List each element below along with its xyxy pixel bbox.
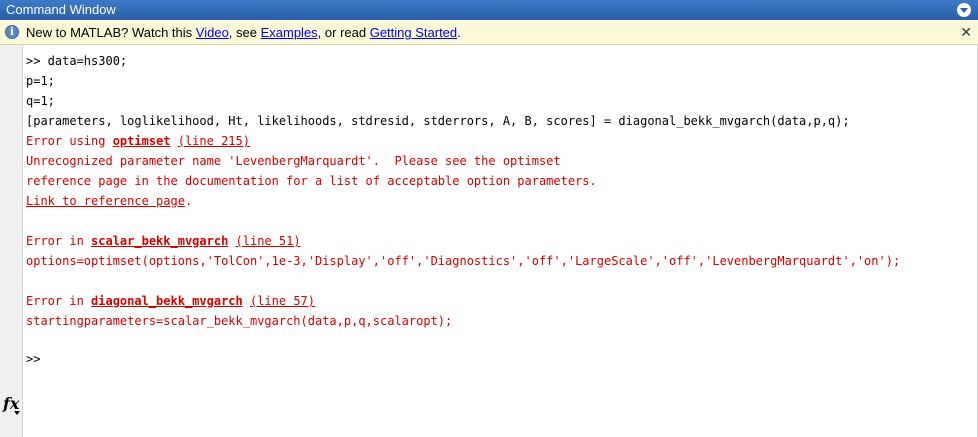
console-output[interactable]: >> data=hs300; p=1; q=1; [parameters, lo… [26, 51, 958, 366]
error-prefix: Error in [26, 234, 92, 248]
error-code-line: options=optimset(options,'TolCon',1e-3,'… [26, 254, 901, 268]
prompt-gutter: fx [0, 45, 23, 437]
error-line: Error in scalar_bekk_mvgarch (line 51) [26, 231, 958, 251]
info-text: , or read [317, 25, 370, 40]
optimset-link[interactable]: optimset [113, 134, 171, 148]
error-line: Link to reference page. [26, 191, 958, 211]
info-text: , see [228, 25, 261, 40]
ref-suffix: . [184, 194, 193, 208]
line-215-link[interactable]: (line 215) [178, 134, 250, 148]
window-title: Command Window [6, 2, 116, 17]
reference-page-link[interactable]: Link to reference page [26, 194, 185, 208]
info-icon: i [5, 25, 19, 39]
examples-link[interactable]: Examples [261, 25, 318, 40]
line-57-link[interactable]: (line 57) [250, 294, 315, 308]
console-line: p=1; [26, 74, 55, 88]
info-text: New to MATLAB? Watch this [26, 25, 196, 40]
close-icon[interactable]: ✕ [960, 24, 972, 40]
title-bar: Command Window [0, 0, 978, 20]
info-message: New to MATLAB? Watch this Video, see Exa… [26, 25, 461, 41]
window-menu-icon[interactable] [957, 3, 971, 17]
diagonal-bekk-mvgarch-link[interactable]: diagonal_bekk_mvgarch [91, 294, 243, 308]
console-line: [parameters, loglikelihood, Ht, likeliho… [26, 114, 850, 128]
line-51-link[interactable]: (line 51) [236, 234, 301, 248]
error-code-line: startingparameters=scalar_bekk_mvgarch(d… [26, 314, 453, 328]
command-prompt[interactable]: >> [26, 349, 40, 369]
console-line: q=1; [26, 94, 55, 108]
error-message-line: reference page in the documentation for … [26, 174, 597, 188]
error-prefix: Error in [26, 294, 92, 308]
info-text: . [457, 25, 461, 40]
error-message-line: Unrecognized parameter name 'LevenbergMa… [26, 154, 561, 168]
info-bar: i New to MATLAB? Watch this Video, see E… [0, 21, 978, 45]
console-line: >> data=hs300; [26, 54, 128, 68]
getting-started-link[interactable]: Getting Started [370, 25, 457, 40]
error-line: Error using optimset (line 215) [26, 131, 958, 151]
video-link[interactable]: Video [196, 25, 229, 40]
scalar-bekk-mvgarch-link[interactable]: scalar_bekk_mvgarch [91, 234, 228, 248]
error-line: Error in diagonal_bekk_mvgarch (line 57) [26, 291, 958, 311]
error-prefix: Error using [26, 134, 113, 148]
chevron-down-icon[interactable] [14, 411, 20, 415]
